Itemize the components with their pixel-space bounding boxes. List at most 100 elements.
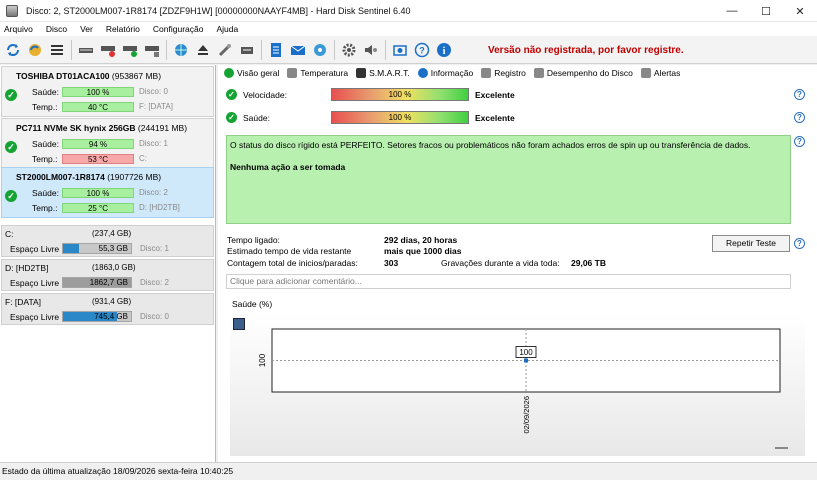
toolbar-separator: [385, 39, 386, 60]
refresh-all-icon[interactable]: [24, 39, 45, 61]
minimize-button[interactable]: —: [715, 0, 749, 22]
report-icon[interactable]: [265, 39, 286, 61]
tab-label: S.M.A.R.T.: [369, 68, 410, 78]
volume-disk-ref: Disco: 0: [140, 312, 169, 321]
tab-performance[interactable]: Desempenho do Disco: [533, 68, 633, 78]
temp-bar: 53 °C: [62, 154, 134, 164]
writes-value: 29,06 TB: [571, 258, 606, 268]
email-icon[interactable]: [287, 39, 308, 61]
free-space-value: 1862,7 GB: [89, 278, 128, 287]
power-on-label: Tempo ligado:: [227, 235, 280, 245]
performance-icon: [533, 68, 544, 78]
hdd-settings-icon[interactable]: [236, 39, 257, 61]
power-on-value: 292 dias, 20 horas: [384, 235, 458, 245]
info-icon[interactable]: i: [433, 39, 454, 61]
volume-disk-ref: Disco: 2: [140, 278, 169, 287]
health-help-icon[interactable]: ?: [794, 112, 805, 123]
tab-smart[interactable]: S.M.A.R.T.: [356, 68, 410, 78]
repeat-test-button[interactable]: Repetir Teste: [712, 235, 790, 252]
title-bar: Disco: 2, ST2000LM007-1R8174 [ZDZF9H1W] …: [0, 0, 817, 22]
gear-icon[interactable]: [338, 39, 359, 61]
unregistered-notice[interactable]: Versão não registrada, por favor registr…: [488, 45, 684, 56]
svg-text:i: i: [442, 46, 445, 57]
health-rating: Excelente: [475, 113, 515, 123]
disk-size: (953867 MB): [111, 71, 162, 81]
volume-disk-ref: Disco: 1: [140, 244, 169, 253]
help-icon[interactable]: ?: [411, 39, 432, 61]
menu-ajuda[interactable]: Ajuda: [216, 24, 238, 34]
disk-info-icon[interactable]: [141, 39, 162, 61]
alert-network-icon[interactable]: [309, 39, 330, 61]
menu-configuracao[interactable]: Configuração: [153, 24, 204, 34]
menu-disco[interactable]: Disco: [46, 24, 67, 34]
temp-label: Temp.:: [32, 102, 58, 112]
eject-icon[interactable]: [192, 39, 213, 61]
temp-bar: 40 °C: [62, 102, 134, 112]
lifetime-value: mais que 1000 dias: [384, 246, 462, 256]
list-icon[interactable]: [46, 39, 67, 61]
health-bar: 100 %: [62, 87, 134, 97]
alert-icon: [640, 68, 651, 78]
check-icon: [224, 68, 234, 78]
tab-temperature[interactable]: Temperatura: [287, 68, 348, 78]
chart-x-tick-label: 02/09/2026: [522, 396, 531, 434]
status-ok-icon: ✓: [5, 141, 17, 153]
window-title: Disco: 2, ST2000LM007-1R8174 [ZDZF9H1W] …: [26, 5, 411, 16]
volume-size: (931,4 GB): [92, 297, 132, 306]
status-text: O status do disco rígido está PERFEITO. …: [230, 140, 751, 150]
starts-value: 303: [384, 258, 399, 268]
disk-check-icon[interactable]: [119, 39, 140, 61]
tab-overview[interactable]: Visão geral: [224, 68, 279, 78]
volume-item-d[interactable]: D: [HD2TB] (1863,0 GB) Espaço Livre 1862…: [1, 259, 214, 291]
status-help-icon[interactable]: ?: [794, 136, 805, 147]
menu-arquivo[interactable]: Arquivo: [4, 24, 33, 34]
tools-icon[interactable]: [214, 39, 235, 61]
toolbar-separator: [334, 39, 335, 60]
volume-item-c[interactable]: C: (237,4 GB) Espaço Livre 55,3 GB Disco…: [1, 225, 214, 257]
disk-name: PC711 NVMe SK hynix 256GB: [16, 123, 136, 133]
speed-help-icon[interactable]: ?: [794, 89, 805, 100]
chart-data-label: 100: [519, 348, 533, 357]
disk-item-toshiba[interactable]: TOSHIBA DT01ACA100 (953867 MB) ✓ Saúde: …: [1, 66, 214, 117]
chart-data-point: [524, 358, 528, 363]
svg-text:?: ?: [419, 45, 425, 55]
tab-information[interactable]: Informação: [417, 68, 473, 78]
info-icon: [417, 68, 428, 78]
maximize-button[interactable]: ☐: [749, 0, 783, 22]
free-space-bar: 1862,7 GB: [62, 277, 132, 288]
speaker-icon[interactable]: [360, 39, 381, 61]
menu-ver[interactable]: Ver: [80, 24, 93, 34]
volume-name: C:: [5, 229, 14, 239]
tab-log[interactable]: Registro: [481, 68, 526, 78]
disk-size: (244191 MB): [137, 123, 188, 133]
disk-item-sk-hynix[interactable]: PC711 NVMe SK hynix 256GB (244191 MB) ✓ …: [1, 118, 214, 169]
disk-volumes: D: [HD2TB]: [139, 203, 180, 212]
starts-label: Contagem total de inicios/paradas:: [227, 258, 358, 268]
tab-label: Registro: [494, 68, 526, 78]
chart-y-tick-label: 100: [258, 353, 267, 367]
volume-item-f[interactable]: F: [DATA] (931,4 GB) Espaço Livre 745,4 …: [1, 293, 214, 325]
disk-test-icon[interactable]: [97, 39, 118, 61]
status-message-box: O status do disco rígido está PERFEITO. …: [226, 135, 791, 224]
disk-icon[interactable]: [75, 39, 96, 61]
free-space-value: 745,4 GB: [94, 312, 128, 321]
menu-relatorio[interactable]: Relatório: [106, 24, 140, 34]
refresh-icon[interactable]: [2, 39, 23, 61]
repeat-help-icon[interactable]: ?: [794, 238, 805, 249]
menu-bar: Arquivo Disco Ver Relatório Configuração…: [0, 22, 817, 36]
tab-label: Alertas: [653, 68, 681, 78]
health-label: Saúde:: [32, 139, 59, 149]
comment-field[interactable]: Clique para adicionar comentário...: [226, 274, 791, 289]
status-action: Nenhuma ação a ser tomada: [230, 162, 346, 172]
tab-bar: Visão geral Temperatura S.M.A.R.T. Infor…: [218, 65, 817, 81]
smart-icon: [356, 68, 367, 78]
status-ok-icon: ✓: [5, 190, 17, 202]
hard-disk-app-icon: [6, 4, 18, 17]
health-bar: 100 %: [62, 188, 134, 198]
disk-item-seagate[interactable]: ST2000LM007-1R8174 (1907726 MB) ✓ Saúde:…: [1, 167, 214, 218]
tab-alerts[interactable]: Alertas: [640, 68, 681, 78]
screenshot-icon[interactable]: [389, 39, 410, 61]
globe-icon[interactable]: [170, 39, 191, 61]
close-button[interactable]: ✕: [783, 0, 817, 22]
writes-label: Gravações durante a vida toda:: [441, 258, 560, 268]
